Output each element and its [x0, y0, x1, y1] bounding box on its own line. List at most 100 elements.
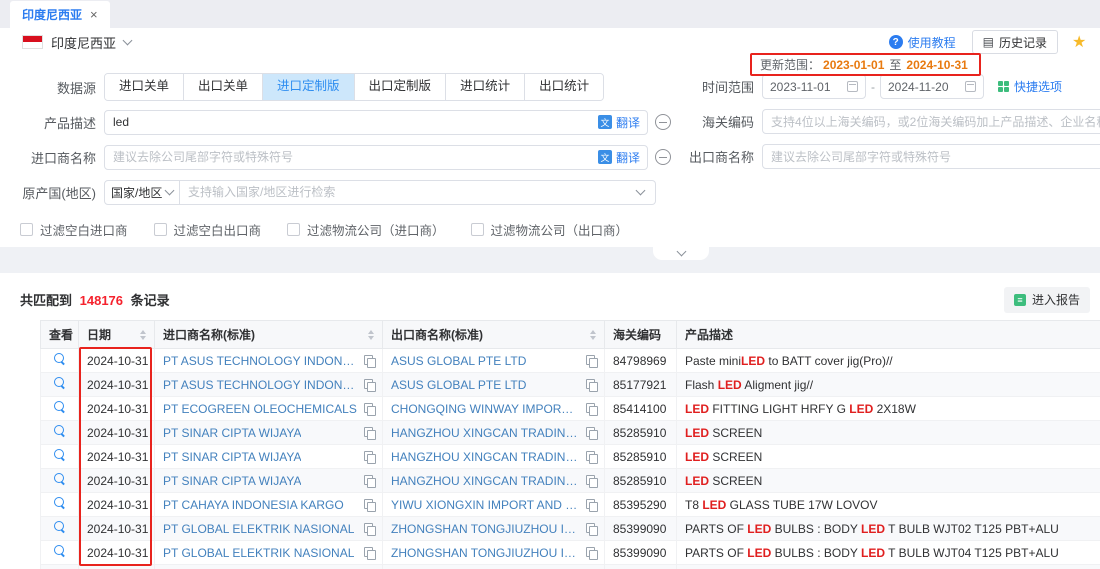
copy-icon[interactable] [586, 427, 596, 438]
magnifier-icon[interactable] [54, 353, 66, 365]
highlighted-term: LED [685, 450, 709, 464]
tutorial-link[interactable]: ? 使用教程 [889, 34, 956, 51]
copy-icon[interactable] [364, 427, 374, 438]
data-source-tab[interactable]: 进口统计 [445, 74, 524, 100]
magnifier-icon[interactable] [54, 449, 66, 461]
copy-icon[interactable] [364, 451, 374, 462]
data-source-tab[interactable]: 出口关单 [183, 74, 262, 100]
enter-report-button[interactable]: ≡ 进入报告 [1004, 287, 1090, 313]
magnifier-icon[interactable] [54, 473, 66, 485]
company-link[interactable]: PT GLOBAL ELEKTRIK NASIONAL [163, 546, 354, 560]
filter-checkbox[interactable]: 过滤物流公司（进口商） [287, 220, 445, 239]
company-link[interactable]: ASUS GLOBAL PTE LTD [391, 354, 526, 368]
time-range-label: 时间范围 [684, 77, 754, 96]
translate-button[interactable]: 文 翻译 [598, 149, 640, 166]
copy-icon[interactable] [364, 355, 374, 366]
copy-icon[interactable] [586, 475, 596, 486]
company-link[interactable]: ZHONGSHAN TONGJIUZHOU INTERNA... [391, 546, 580, 560]
exporter-input[interactable] [762, 144, 1100, 169]
importer-cell: PT SINAR CIPTA WIJAYA [155, 445, 383, 469]
match-count-suffix: 条记录 [131, 293, 170, 308]
company-link[interactable]: HANGZHOU XINGCAN TRADING CO LTD [391, 450, 580, 464]
company-link[interactable]: PT GLOBAL ELEKTRIK NASIONAL [163, 522, 354, 536]
column-header[interactable]: 日期 [79, 321, 155, 349]
filter-checkbox[interactable]: 过滤空白出口商 [154, 220, 262, 239]
filter-checkbox[interactable]: 过滤物流公司（出口商） [471, 220, 629, 239]
copy-icon[interactable] [586, 523, 596, 534]
company-link[interactable]: ASUS GLOBAL PTE LTD [391, 378, 526, 392]
column-header[interactable]: 出口商名称(标准) [383, 321, 605, 349]
data-source-tab[interactable]: 进口关单 [105, 74, 183, 100]
copy-icon[interactable] [364, 403, 374, 414]
copy-icon[interactable] [586, 499, 596, 510]
sort-icon[interactable] [590, 330, 596, 340]
hs-code-input[interactable] [762, 109, 1100, 134]
copy-icon[interactable] [364, 523, 374, 534]
end-date-input[interactable]: 2024-11-20 [880, 74, 984, 99]
minus-circle-icon[interactable] [655, 149, 671, 165]
copy-icon[interactable] [364, 475, 374, 486]
checkbox-icon[interactable] [287, 223, 300, 236]
copy-icon[interactable] [586, 355, 596, 366]
copy-icon[interactable] [364, 499, 374, 510]
data-source-tab[interactable]: 进口定制版 [262, 74, 354, 100]
company-link[interactable]: HANGZHOU XINGCAN TRADING CO LTD [391, 426, 580, 440]
checkbox-icon[interactable] [154, 223, 167, 236]
history-label: 历史记录 [999, 34, 1047, 51]
copy-icon[interactable] [586, 547, 596, 558]
company-link[interactable]: HANGZHOU XINGCAN TRADING CO LTD [391, 474, 580, 488]
collapse-toggle[interactable] [653, 247, 709, 260]
magnifier-icon[interactable] [54, 545, 66, 557]
company-link[interactable]: ZHONGSHAN TONGJIUZHOU INTERNA... [391, 522, 580, 536]
star-icon[interactable]: ★ [1072, 32, 1090, 52]
data-source-tab[interactable]: 出口定制版 [354, 74, 446, 100]
start-date-input[interactable]: 2023-11-01 [762, 74, 866, 99]
chevron-down-icon[interactable] [123, 36, 133, 46]
copy-icon[interactable] [586, 451, 596, 462]
magnifier-icon[interactable] [54, 497, 66, 509]
checkbox-icon[interactable] [20, 223, 33, 236]
date-cell: 2024-10-31 [79, 397, 155, 421]
filter-checkbox[interactable]: 过滤空白进口商 [20, 220, 128, 239]
close-icon[interactable]: × [90, 7, 98, 22]
checkbox-icon[interactable] [471, 223, 484, 236]
company-link[interactable]: PT ASUS TECHNOLOGY INDONESIA BA... [163, 354, 358, 368]
copy-icon[interactable] [364, 379, 374, 390]
minus-circle-icon[interactable] [655, 114, 671, 130]
company-link[interactable]: PT SINAR CIPTA WIJAYA [163, 474, 301, 488]
hs-code-cell: 94059990 [605, 565, 677, 569]
company-link[interactable]: CHONGQING WINWAY IMPORT AND E... [391, 402, 580, 416]
country-selector-label[interactable]: 印度尼西亚 [51, 33, 116, 52]
translate-button[interactable]: 文 翻译 [598, 114, 640, 131]
quick-options-link[interactable]: 快捷选项 [998, 78, 1062, 95]
magnifier-icon[interactable] [54, 401, 66, 413]
column-header-label: 进口商名称(标准) [163, 326, 255, 343]
column-header[interactable]: 进口商名称(标准) [155, 321, 383, 349]
importer-cell: PT ECOGREEN OLEOCHEMICALS [155, 397, 383, 421]
data-source-tab[interactable]: 出口统计 [524, 74, 603, 100]
sort-icon[interactable] [368, 330, 374, 340]
origin-search-input[interactable] [180, 180, 656, 205]
tab-indonesia[interactable]: 印度尼西亚 × [10, 1, 110, 28]
company-link[interactable]: PT SINAR CIPTA WIJAYA [163, 426, 301, 440]
origin-label: 原产国(地区) [8, 183, 96, 202]
date-cell: 2024-10-31 [79, 565, 155, 569]
product-desc-row: 产品描述 文 翻译 海关编码 [8, 109, 1100, 135]
magnifier-icon[interactable] [54, 521, 66, 533]
company-link[interactable]: PT CAHAYA INDONESIA KARGO [163, 498, 344, 512]
product-desc-input[interactable] [104, 110, 648, 135]
history-button[interactable]: ▤ 历史记录 [972, 30, 1058, 54]
importer-input[interactable] [104, 145, 648, 170]
copy-icon[interactable] [586, 379, 596, 390]
company-link[interactable]: PT ASUS TECHNOLOGY INDONESIA BA... [163, 378, 358, 392]
product-desc-cell: Flash LED Aligment jig// [677, 373, 1100, 397]
company-link[interactable]: PT ECOGREEN OLEOCHEMICALS [163, 402, 357, 416]
sort-icon[interactable] [140, 330, 146, 340]
company-link[interactable]: PT SINAR CIPTA WIJAYA [163, 450, 301, 464]
magnifier-icon[interactable] [54, 425, 66, 437]
copy-icon[interactable] [586, 403, 596, 414]
copy-icon[interactable] [364, 547, 374, 558]
magnifier-icon[interactable] [54, 377, 66, 389]
origin-type-select[interactable]: 国家/地区 [104, 180, 180, 205]
company-link[interactable]: YIWU XIONGXIN IMPORT AND EXPORT... [391, 498, 580, 512]
